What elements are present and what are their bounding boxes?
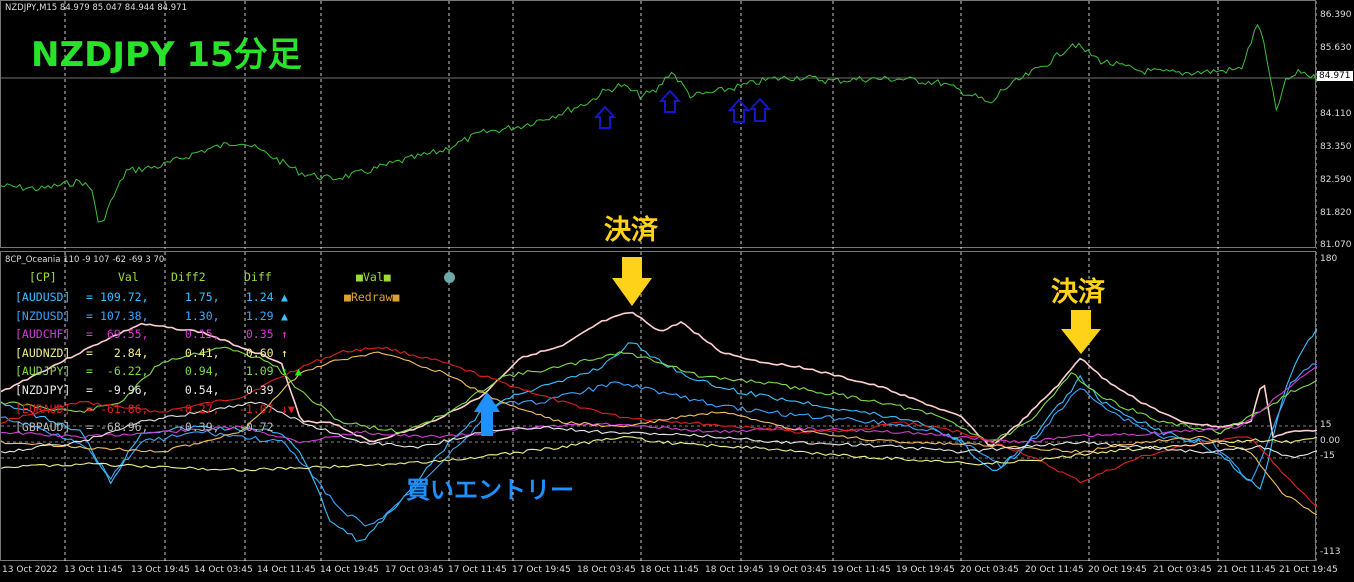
table-row-val: 69.55, <box>100 327 149 342</box>
price-chart-pane[interactable]: NZDJPY,M15 84.979 85.047 84.944 84.971 N… <box>0 0 1317 249</box>
table-row-diff2: 1.75, <box>178 290 220 304</box>
table-row-diff: -1.07 <box>232 401 274 416</box>
time-tick: 17 Oct 03:45 <box>385 565 444 575</box>
table-row-eq: = <box>86 383 93 397</box>
table-row-mark-icon: ▲ <box>281 308 288 323</box>
chart-title-overlay: NZDJPY 15分足 <box>31 35 302 75</box>
table-row-diff2: 1.30, <box>178 308 220 323</box>
table-row-eq: = <box>86 327 93 342</box>
table-row-diff: 0.39 <box>232 383 274 397</box>
indicator-tick: -113 <box>1320 547 1341 557</box>
time-tick: 19 Oct 03:45 <box>768 565 827 575</box>
table-row-pair: [GBPAUD] <box>15 420 71 435</box>
table-row-mark-icon: ↓▼ <box>281 401 295 416</box>
time-tick: 21 Oct 11:45 <box>1217 565 1276 575</box>
table-row-diff: 1.29 <box>232 308 274 323</box>
time-tick: 20 Oct 03:45 <box>960 565 1019 575</box>
time-tick: 20 Oct 19:45 <box>1088 565 1147 575</box>
table-row-eq: = <box>86 308 93 323</box>
settle-label-1: 決済 <box>604 215 658 246</box>
table-row-val: -9.96, <box>100 383 149 397</box>
time-tick: 13 Oct 2022 <box>2 565 58 575</box>
table-row-pair: [NZDJPY] <box>15 383 71 397</box>
price-tick: 82.590 <box>1320 175 1352 185</box>
table-row-val: 109.72, <box>100 290 149 304</box>
table-row-val: -68.96, <box>100 420 149 435</box>
indicator-tick: 0.00 <box>1320 436 1341 446</box>
time-tick: 14 Oct 11:45 <box>257 565 316 575</box>
indicator-tick: 180 <box>1320 254 1338 264</box>
time-tick: 21 Oct 19:45 <box>1279 565 1338 575</box>
table-row-mark-icon: ↑ <box>281 345 288 360</box>
price-tick: 81.820 <box>1320 208 1352 218</box>
table-row-eq: = <box>86 290 93 304</box>
time-axis: 13 Oct 2022 13 Oct 11:45 13 Oct 19:45 14 Oc… <box>0 561 1354 582</box>
table-head-diff: Diff <box>244 270 272 284</box>
table-row-eq: = <box>86 345 93 360</box>
chart-symbol-header: NZDJPY,M15 84.979 85.047 84.944 84.971 <box>5 3 187 13</box>
table-row-mark-icon: ▲ <box>281 290 288 304</box>
time-tick: 18 Oct 11:45 <box>640 565 699 575</box>
price-axis: 86.390 85.630 84.110 83.350 82.590 81.82… <box>1316 0 1354 250</box>
table-row-diff: 1.09 <box>232 364 274 379</box>
time-tick: 18 Oct 19:45 <box>705 565 764 575</box>
table-head-diff2: Diff2 <box>171 270 206 284</box>
price-tick: 84.110 <box>1320 109 1352 119</box>
table-row-pair: [AUDUSD] <box>15 290 71 304</box>
table-row-diff2: 0.94, <box>178 364 220 379</box>
table-row-pair: [AUDNZD] <box>15 345 71 360</box>
table-row-diff2: -0.27, <box>178 401 220 416</box>
price-tick: 86.390 <box>1320 10 1352 20</box>
indicator-header: 8CP_Oceania 110 -9 107 -62 -69 3 70 <box>5 255 165 265</box>
table-row-diff: 1.24 <box>232 290 274 304</box>
table-row-diff2: 0.41, <box>178 345 220 360</box>
table-row-eq: = <box>86 401 93 416</box>
table-row-diff: -0.72 <box>232 420 274 435</box>
legend-redraw: ■Redraw■ <box>344 290 400 304</box>
indicator-axis: 180 15 0.00 -15 -113 <box>1316 251 1354 561</box>
price-tick: 85.630 <box>1320 43 1352 53</box>
table-row-pair: [AUDJPY] <box>15 364 71 379</box>
table-row-diff: 0.60 <box>232 345 274 360</box>
table-head-val: Val <box>118 270 139 284</box>
table-row-pair: [NZDUSD] <box>15 308 71 323</box>
table-row-diff: 0.35 <box>232 327 274 342</box>
table-row-mark-icon: ↑ <box>281 327 288 342</box>
time-tick: 17 Oct 19:45 <box>512 565 571 575</box>
status-dot-icon[interactable] <box>444 272 455 283</box>
table-row-eq: = <box>86 364 93 379</box>
table-row-pair: [EURAUD] <box>15 401 71 416</box>
table-row-diff2: -0.39, <box>178 420 220 435</box>
time-tick: 19 Oct 11:45 <box>832 565 891 575</box>
time-tick: 19 Oct 19:45 <box>896 565 955 575</box>
price-tick: 83.350 <box>1320 142 1352 152</box>
table-row-mark-icon: ↑ ▲ <box>281 364 302 379</box>
time-tick: 14 Oct 19:45 <box>320 565 379 575</box>
table-row-val: -61.86, <box>100 401 149 416</box>
time-tick: 18 Oct 03:45 <box>577 565 636 575</box>
time-tick: 21 Oct 03:45 <box>1153 565 1212 575</box>
table-row-pair: [AUDCHF] <box>15 327 71 342</box>
indicator-pane[interactable]: 8CP_Oceania 110 -9 107 -62 -69 3 70 [CP]… <box>0 251 1317 562</box>
time-tick: 13 Oct 19:45 <box>131 565 190 575</box>
settle-label-2: 決済 <box>1051 277 1105 308</box>
table-row-diff2: 0.54, <box>178 383 220 397</box>
time-tick: 14 Oct 03:45 <box>194 565 253 575</box>
time-tick: 20 Oct 11:45 <box>1025 565 1084 575</box>
table-row-val: 2.84, <box>100 345 149 360</box>
buy-entry-label: 買いエントリー <box>406 476 574 504</box>
table-row-eq: = <box>86 420 93 435</box>
time-tick: 13 Oct 11:45 <box>64 565 123 575</box>
legend-val: ■Val■ <box>356 270 391 284</box>
table-row-diff2: 0.15, <box>178 327 220 342</box>
indicator-tick: -15 <box>1320 451 1335 461</box>
time-tick: 17 Oct 11:45 <box>448 565 507 575</box>
table-head-cp: [CP] <box>29 270 57 284</box>
table-row-val: 107.38, <box>100 308 149 323</box>
indicator-tick: 15 <box>1320 420 1332 430</box>
table-row-val: -6.22, <box>100 364 149 379</box>
price-tick: 81.070 <box>1320 240 1352 250</box>
